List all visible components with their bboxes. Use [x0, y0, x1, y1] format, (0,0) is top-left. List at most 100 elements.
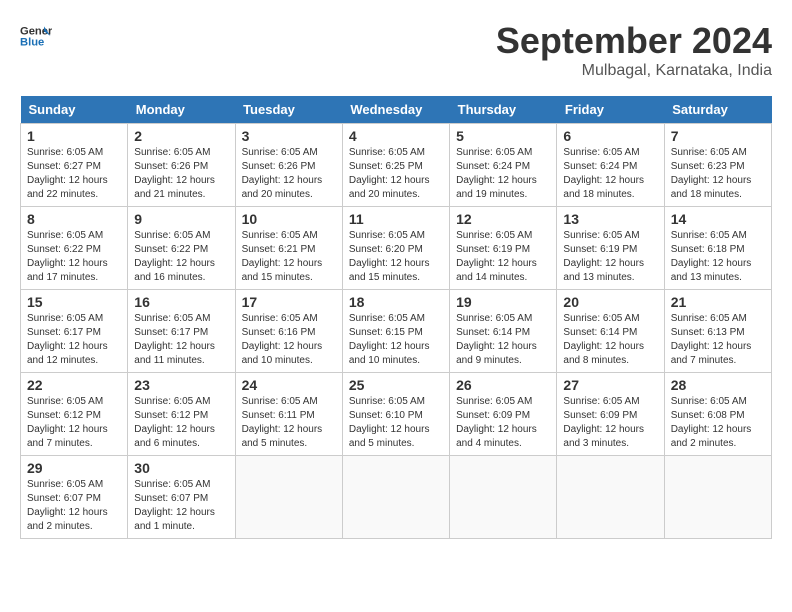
header-friday: Friday [557, 96, 664, 124]
day-number: 17 [242, 294, 336, 310]
calendar-cell [235, 456, 342, 539]
day-info: Sunrise: 6:05 AM Sunset: 6:12 PM Dayligh… [27, 395, 121, 451]
day-info: Sunrise: 6:05 AM Sunset: 6:14 PM Dayligh… [563, 312, 657, 368]
day-info: Sunrise: 6:05 AM Sunset: 6:17 PM Dayligh… [134, 312, 228, 368]
day-number: 25 [349, 377, 443, 393]
calendar-cell: 7 Sunrise: 6:05 AM Sunset: 6:23 PM Dayli… [664, 124, 771, 207]
day-number: 19 [456, 294, 550, 310]
calendar-cell: 3 Sunrise: 6:05 AM Sunset: 6:26 PM Dayli… [235, 124, 342, 207]
day-number: 13 [563, 211, 657, 227]
day-number: 21 [671, 294, 765, 310]
day-info: Sunrise: 6:05 AM Sunset: 6:22 PM Dayligh… [134, 229, 228, 285]
calendar-cell: 20 Sunrise: 6:05 AM Sunset: 6:14 PM Dayl… [557, 290, 664, 373]
day-info: Sunrise: 6:05 AM Sunset: 6:24 PM Dayligh… [563, 146, 657, 202]
calendar-week-1: 1 Sunrise: 6:05 AM Sunset: 6:27 PM Dayli… [21, 124, 772, 207]
svg-text:Blue: Blue [20, 37, 44, 49]
day-number: 18 [349, 294, 443, 310]
day-info: Sunrise: 6:05 AM Sunset: 6:15 PM Dayligh… [349, 312, 443, 368]
day-number: 15 [27, 294, 121, 310]
day-info: Sunrise: 6:05 AM Sunset: 6:21 PM Dayligh… [242, 229, 336, 285]
calendar-cell: 11 Sunrise: 6:05 AM Sunset: 6:20 PM Dayl… [342, 207, 449, 290]
calendar-cell [664, 456, 771, 539]
day-number: 30 [134, 460, 228, 476]
day-info: Sunrise: 6:05 AM Sunset: 6:08 PM Dayligh… [671, 395, 765, 451]
page-header: General Blue September 2024 Mulbagal, Ka… [20, 20, 772, 80]
calendar-cell: 5 Sunrise: 6:05 AM Sunset: 6:24 PM Dayli… [450, 124, 557, 207]
calendar-cell: 6 Sunrise: 6:05 AM Sunset: 6:24 PM Dayli… [557, 124, 664, 207]
day-info: Sunrise: 6:05 AM Sunset: 6:07 PM Dayligh… [134, 478, 228, 534]
day-info: Sunrise: 6:05 AM Sunset: 6:19 PM Dayligh… [456, 229, 550, 285]
day-info: Sunrise: 6:05 AM Sunset: 6:27 PM Dayligh… [27, 146, 121, 202]
calendar-cell [342, 456, 449, 539]
calendar-cell: 29 Sunrise: 6:05 AM Sunset: 6:07 PM Dayl… [21, 456, 128, 539]
calendar-cell: 14 Sunrise: 6:05 AM Sunset: 6:18 PM Dayl… [664, 207, 771, 290]
header-sunday: Sunday [21, 96, 128, 124]
calendar-cell: 9 Sunrise: 6:05 AM Sunset: 6:22 PM Dayli… [128, 207, 235, 290]
day-number: 10 [242, 211, 336, 227]
day-number: 8 [27, 211, 121, 227]
calendar-cell: 30 Sunrise: 6:05 AM Sunset: 6:07 PM Dayl… [128, 456, 235, 539]
calendar-week-5: 29 Sunrise: 6:05 AM Sunset: 6:07 PM Dayl… [21, 456, 772, 539]
day-number: 29 [27, 460, 121, 476]
logo: General Blue [20, 20, 52, 52]
calendar-cell: 28 Sunrise: 6:05 AM Sunset: 6:08 PM Dayl… [664, 373, 771, 456]
day-number: 14 [671, 211, 765, 227]
day-info: Sunrise: 6:05 AM Sunset: 6:10 PM Dayligh… [349, 395, 443, 451]
day-info: Sunrise: 6:05 AM Sunset: 6:09 PM Dayligh… [563, 395, 657, 451]
day-number: 24 [242, 377, 336, 393]
calendar-week-4: 22 Sunrise: 6:05 AM Sunset: 6:12 PM Dayl… [21, 373, 772, 456]
day-info: Sunrise: 6:05 AM Sunset: 6:26 PM Dayligh… [242, 146, 336, 202]
day-number: 3 [242, 128, 336, 144]
day-info: Sunrise: 6:05 AM Sunset: 6:07 PM Dayligh… [27, 478, 121, 534]
calendar-cell: 24 Sunrise: 6:05 AM Sunset: 6:11 PM Dayl… [235, 373, 342, 456]
day-number: 4 [349, 128, 443, 144]
calendar-cell: 15 Sunrise: 6:05 AM Sunset: 6:17 PM Dayl… [21, 290, 128, 373]
calendar-week-3: 15 Sunrise: 6:05 AM Sunset: 6:17 PM Dayl… [21, 290, 772, 373]
day-info: Sunrise: 6:05 AM Sunset: 6:11 PM Dayligh… [242, 395, 336, 451]
logo-icon: General Blue [20, 20, 52, 52]
day-info: Sunrise: 6:05 AM Sunset: 6:14 PM Dayligh… [456, 312, 550, 368]
calendar-cell [557, 456, 664, 539]
day-info: Sunrise: 6:05 AM Sunset: 6:22 PM Dayligh… [27, 229, 121, 285]
day-number: 12 [456, 211, 550, 227]
day-number: 9 [134, 211, 228, 227]
day-info: Sunrise: 6:05 AM Sunset: 6:23 PM Dayligh… [671, 146, 765, 202]
day-number: 1 [27, 128, 121, 144]
day-number: 23 [134, 377, 228, 393]
day-info: Sunrise: 6:05 AM Sunset: 6:16 PM Dayligh… [242, 312, 336, 368]
calendar-cell: 18 Sunrise: 6:05 AM Sunset: 6:15 PM Dayl… [342, 290, 449, 373]
calendar-cell: 4 Sunrise: 6:05 AM Sunset: 6:25 PM Dayli… [342, 124, 449, 207]
calendar-table: SundayMondayTuesdayWednesdayThursdayFrid… [20, 96, 772, 539]
calendar-cell: 1 Sunrise: 6:05 AM Sunset: 6:27 PM Dayli… [21, 124, 128, 207]
day-number: 16 [134, 294, 228, 310]
day-info: Sunrise: 6:05 AM Sunset: 6:18 PM Dayligh… [671, 229, 765, 285]
day-info: Sunrise: 6:05 AM Sunset: 6:09 PM Dayligh… [456, 395, 550, 451]
day-info: Sunrise: 6:05 AM Sunset: 6:20 PM Dayligh… [349, 229, 443, 285]
day-number: 11 [349, 211, 443, 227]
calendar-cell: 22 Sunrise: 6:05 AM Sunset: 6:12 PM Dayl… [21, 373, 128, 456]
calendar-week-2: 8 Sunrise: 6:05 AM Sunset: 6:22 PM Dayli… [21, 207, 772, 290]
header-tuesday: Tuesday [235, 96, 342, 124]
calendar-cell: 19 Sunrise: 6:05 AM Sunset: 6:14 PM Dayl… [450, 290, 557, 373]
day-info: Sunrise: 6:05 AM Sunset: 6:26 PM Dayligh… [134, 146, 228, 202]
day-info: Sunrise: 6:05 AM Sunset: 6:13 PM Dayligh… [671, 312, 765, 368]
day-info: Sunrise: 6:05 AM Sunset: 6:17 PM Dayligh… [27, 312, 121, 368]
calendar-cell: 26 Sunrise: 6:05 AM Sunset: 6:09 PM Dayl… [450, 373, 557, 456]
calendar-cell: 13 Sunrise: 6:05 AM Sunset: 6:19 PM Dayl… [557, 207, 664, 290]
title-section: September 2024 Mulbagal, Karnataka, Indi… [496, 20, 772, 80]
calendar-cell: 10 Sunrise: 6:05 AM Sunset: 6:21 PM Dayl… [235, 207, 342, 290]
calendar-cell: 2 Sunrise: 6:05 AM Sunset: 6:26 PM Dayli… [128, 124, 235, 207]
calendar-cell: 27 Sunrise: 6:05 AM Sunset: 6:09 PM Dayl… [557, 373, 664, 456]
calendar-cell: 21 Sunrise: 6:05 AM Sunset: 6:13 PM Dayl… [664, 290, 771, 373]
calendar-header-row: SundayMondayTuesdayWednesdayThursdayFrid… [21, 96, 772, 124]
location-subtitle: Mulbagal, Karnataka, India [496, 62, 772, 80]
day-number: 6 [563, 128, 657, 144]
day-number: 2 [134, 128, 228, 144]
calendar-cell: 12 Sunrise: 6:05 AM Sunset: 6:19 PM Dayl… [450, 207, 557, 290]
day-info: Sunrise: 6:05 AM Sunset: 6:24 PM Dayligh… [456, 146, 550, 202]
calendar-cell [450, 456, 557, 539]
day-number: 28 [671, 377, 765, 393]
calendar-cell: 25 Sunrise: 6:05 AM Sunset: 6:10 PM Dayl… [342, 373, 449, 456]
calendar-cell: 8 Sunrise: 6:05 AM Sunset: 6:22 PM Dayli… [21, 207, 128, 290]
calendar-cell: 17 Sunrise: 6:05 AM Sunset: 6:16 PM Dayl… [235, 290, 342, 373]
